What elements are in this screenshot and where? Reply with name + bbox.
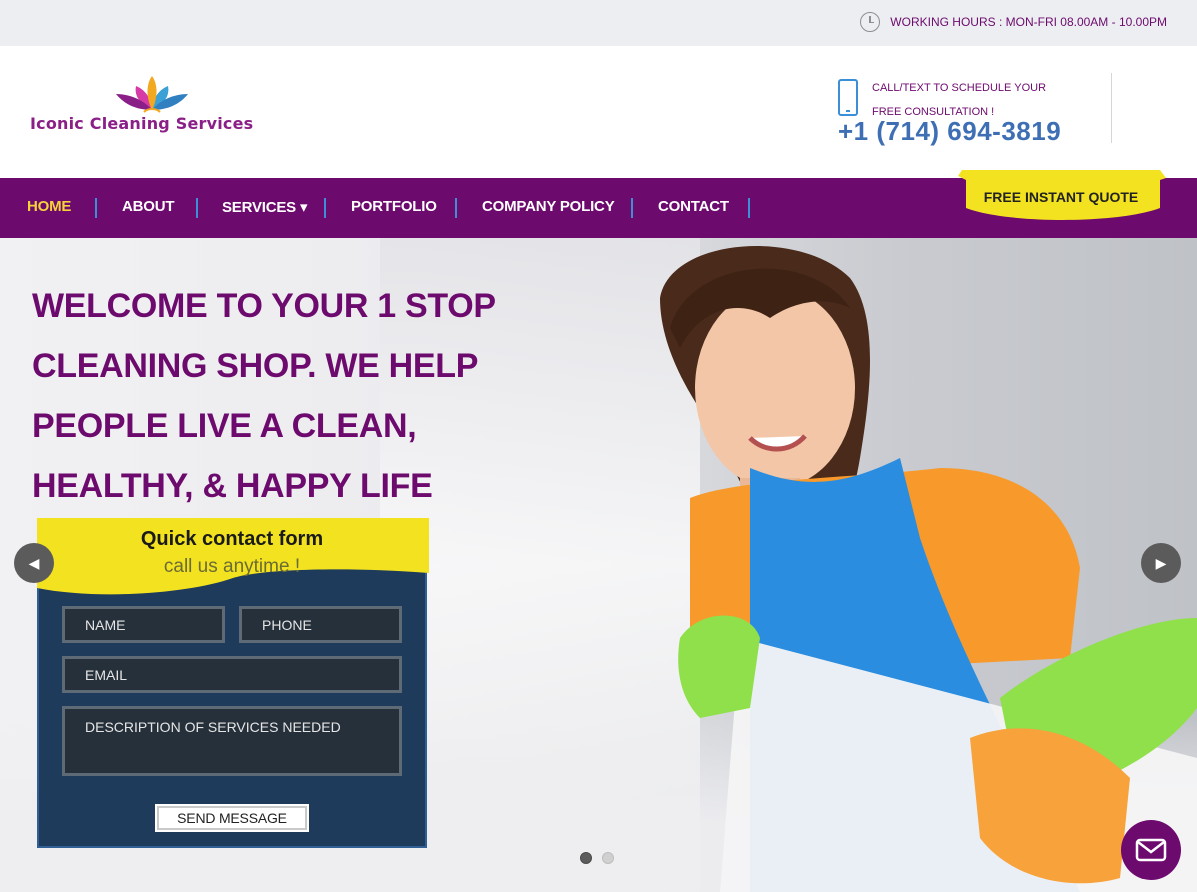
nav-item-portfolio[interactable]: PORTFOLIO [351,198,437,215]
carousel-next-button[interactable]: ▶ [1141,543,1181,583]
quick-contact-form: Quick contact form call us anytime ! NAM… [37,518,429,848]
carousel-dot[interactable] [580,852,592,864]
form-subtitle: call us anytime ! [163,556,301,577]
header-divider [1111,73,1112,143]
hero-slider: WELCOME TO YOUR 1 STOP CLEANING SHOP. WE… [0,238,1197,892]
carousel-indicators [580,852,614,864]
site-header: Iconic Cleaning Services CALL/TEXT TO SC… [0,46,1197,178]
form-header: Quick contact form call us anytime ! [37,518,429,600]
nav-separator [631,198,633,218]
clock-icon [860,12,881,32]
cleaning-woman-image [660,245,1197,892]
chevron-left-icon: ◀ [28,554,40,571]
nav-item-contact[interactable]: CONTACT [658,198,729,215]
nav-separator [455,198,457,218]
nav-item-about[interactable]: ABOUT [122,198,175,215]
envelope-icon [1135,838,1167,862]
nav-item-home[interactable]: HOME [27,198,71,215]
logo-text: Iconic Cleaning Services [30,114,254,133]
description-field[interactable]: DESCRIPTION OF SERVICES NEEDED [62,706,402,776]
email-field[interactable]: EMAIL [62,656,402,693]
free-instant-quote-label: FREE INSTANT QUOTE [983,189,1139,205]
phone-number-link[interactable]: +1 (714) 694-3819 [838,116,1061,147]
nav-separator [196,198,198,218]
nav-item-company-policy[interactable]: COMPANY POLICY [482,198,615,215]
nav-item-services[interactable]: SERVICES ▾ [222,198,307,216]
nav-separator [95,198,97,218]
carousel-prev-button[interactable]: ◀ [14,543,54,583]
working-hours: WORKING HOURS : MON-FRI 08.00AM - 10.00P… [860,12,1167,32]
mobile-phone-icon [838,79,858,116]
nav-separator [324,198,326,218]
nav-separator [748,198,750,218]
phone-field[interactable]: PHONE [239,606,402,643]
top-bar: WORKING HOURS : MON-FRI 08.00AM - 10.00P… [0,0,1197,46]
headline-line: WELCOME TO YOUR 1 STOP [32,287,496,325]
headline-line: PEOPLE LIVE A CLEAN, [32,407,417,445]
chat-button[interactable] [1121,820,1181,880]
form-title: Quick contact form [140,528,324,550]
lotus-logo-icon [116,76,188,113]
headline-line: CLEANING SHOP. WE HELP [32,347,479,385]
send-message-button[interactable]: SEND MESSAGE [155,804,309,832]
logo[interactable]: Iconic Cleaning Services [30,74,290,144]
hero-headline: WELCOME TO YOUR 1 STOP CLEANING SHOP. WE… [32,276,502,516]
working-hours-text: WORKING HOURS : MON-FRI 08.00AM - 10.00P… [890,15,1167,29]
free-instant-quote-button[interactable]: FREE INSTANT QUOTE [958,168,1168,224]
name-field[interactable]: NAME [62,606,225,643]
chevron-right-icon: ▶ [1155,554,1167,571]
headline-line: HEALTHY, & HAPPY LIFE [32,467,433,505]
carousel-dot[interactable] [602,852,614,864]
